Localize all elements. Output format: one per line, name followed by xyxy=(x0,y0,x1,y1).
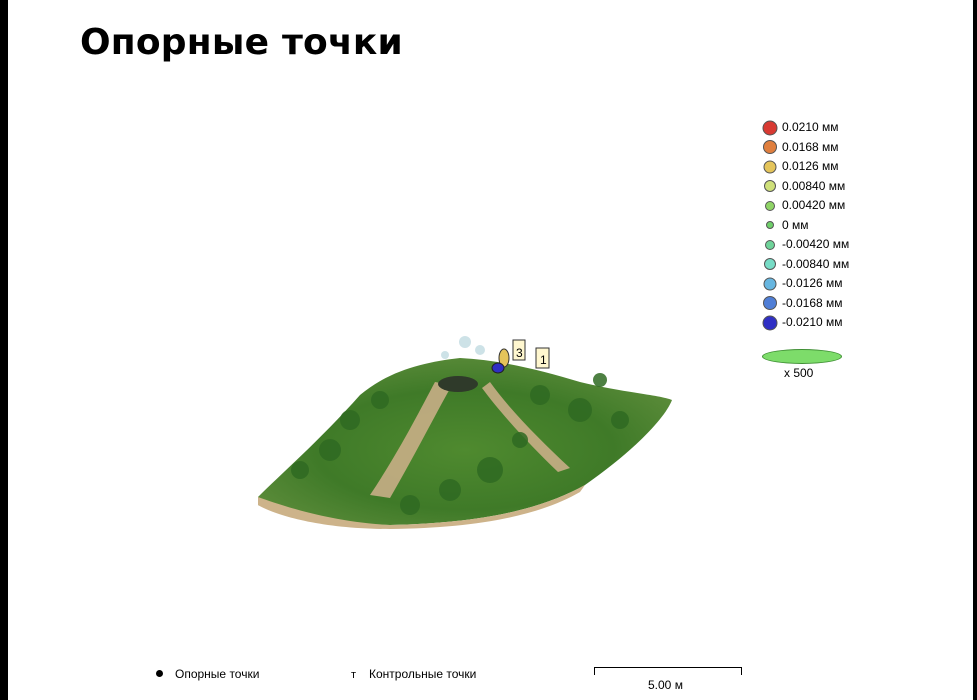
legend-dot xyxy=(762,315,778,331)
rock xyxy=(438,376,478,392)
legend-dot xyxy=(766,221,774,230)
legend-dot xyxy=(764,258,776,271)
marker-1-label: 1 xyxy=(540,353,547,367)
legend-item: 0.00840 мм xyxy=(762,177,902,197)
legend-item: -0.0210 мм xyxy=(762,313,902,333)
scale-bar xyxy=(594,667,742,675)
legend-item: -0.00840 мм xyxy=(762,255,902,275)
gcp-ellipse-1 xyxy=(491,362,505,374)
terrain-model: 3 1 xyxy=(258,336,672,529)
legend-item: 0.0168 мм xyxy=(762,138,902,158)
sky-artifacts xyxy=(441,336,485,359)
legend-item: 0.00420 мм xyxy=(762,196,902,216)
check-points-label: Контрольные точки xyxy=(369,667,477,681)
legend-dot xyxy=(763,277,777,291)
gcp-bullet-icon xyxy=(156,670,163,677)
legend-dot xyxy=(763,296,777,311)
marker-3-label: 3 xyxy=(516,346,523,360)
legend-dot xyxy=(763,160,777,174)
page-title: Опорные точки xyxy=(80,22,403,63)
legend-item: -0.0168 мм xyxy=(762,294,902,314)
check-point-icon: т xyxy=(351,669,357,681)
legend-dot xyxy=(764,180,776,193)
legend-dot xyxy=(765,200,775,211)
scale-ellipse xyxy=(762,349,842,364)
legend-item: -0.00420 мм xyxy=(762,235,902,255)
error-legend: 0.0210 мм 0.0168 мм 0.0126 мм 0.00840 мм… xyxy=(762,118,902,333)
scale-bar-label: 5.00 м xyxy=(648,678,683,692)
report-page: Опорные точки 3 1 0.0210 мм 0.0168 мм 0.… xyxy=(8,0,973,700)
legend-item: 0.0210 мм xyxy=(762,118,902,138)
scale-factor-label: x 500 xyxy=(784,366,814,380)
legend-dot xyxy=(763,140,777,155)
legend-item: -0.0126 мм xyxy=(762,274,902,294)
gcp-legend-label: Опорные точки xyxy=(175,667,260,681)
legend-dot xyxy=(762,120,778,136)
legend-dot xyxy=(765,239,775,250)
legend-item: 0.0126 мм xyxy=(762,157,902,177)
legend-item: 0 мм xyxy=(762,216,902,236)
